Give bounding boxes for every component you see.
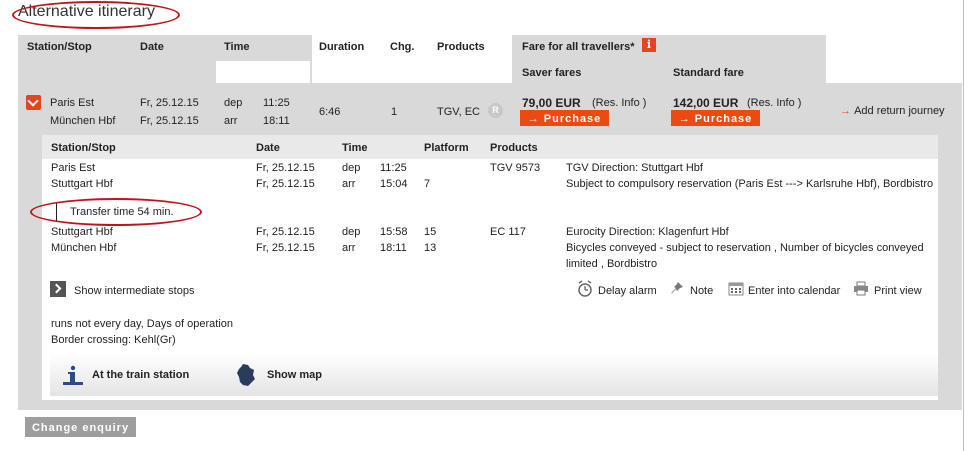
border-crossing-note: Border crossing: Kehl(Gr) bbox=[51, 334, 176, 346]
station-info-bar: At the train station Show map bbox=[50, 354, 938, 396]
dep-date: Fr, 25.12.15 bbox=[140, 97, 199, 109]
to-station: München Hbf bbox=[50, 115, 116, 127]
leg1-note: Subject to compulsory reservation (Paris… bbox=[566, 178, 934, 190]
leg2-dep-date: Fr, 25.12.15 bbox=[256, 226, 315, 238]
col-date: Date bbox=[140, 41, 164, 53]
leg2-dep-station: Stuttgart Hbf bbox=[51, 226, 113, 238]
detail-col-products: Products bbox=[490, 142, 538, 154]
col-saver-fares: Saver fares bbox=[522, 67, 582, 79]
calendar-icon[interactable] bbox=[728, 281, 744, 296]
leg1-dep-time: 11:25 bbox=[380, 162, 407, 174]
add-return-label: Add return journey bbox=[854, 105, 945, 117]
col-changes: Chg. bbox=[390, 41, 415, 53]
leg1-direction: TGV Direction: Stuttgart Hbf bbox=[566, 162, 703, 174]
col-standard-fare: Standard fare bbox=[673, 67, 744, 79]
leg2-arr-platform: 13 bbox=[424, 242, 437, 254]
dep-label: dep bbox=[224, 97, 243, 109]
leg1-arr-platform: 7 bbox=[424, 178, 431, 190]
printer-icon[interactable] bbox=[853, 281, 869, 296]
detail-col-time: Time bbox=[342, 142, 368, 154]
change-enquiry-button[interactable]: Change enquiry bbox=[25, 417, 136, 437]
title-highlight-ellipse bbox=[12, 1, 180, 29]
show-intermediate-stops-link[interactable]: Show intermediate stops bbox=[74, 285, 194, 297]
operation-days-note[interactable]: runs not every day, Days of operation bbox=[51, 318, 233, 330]
leg1-arr-station: Stuttgart Hbf bbox=[51, 178, 113, 190]
page-right-border bbox=[963, 0, 964, 451]
col-fare-all-travellers: Fare for all travellers* bbox=[522, 41, 635, 53]
changes-value: 1 bbox=[391, 106, 398, 118]
leg2-dep-time: 15:58 bbox=[380, 226, 408, 238]
leg1-arr-label: arr bbox=[342, 178, 356, 190]
add-return-journey-link[interactable]: → Add return journey bbox=[840, 105, 945, 117]
leg2-arr-label: arr bbox=[342, 242, 356, 254]
saver-purchase-button[interactable]: → Purchase bbox=[520, 110, 609, 126]
enter-into-calendar-link[interactable]: Enter into calendar bbox=[748, 285, 840, 297]
standard-purchase-button[interactable]: → Purchase bbox=[671, 110, 760, 126]
leg1-dep-date: Fr, 25.12.15 bbox=[256, 162, 315, 174]
leg1-arr-time: 15:04 bbox=[380, 178, 408, 190]
from-station: Paris Est bbox=[50, 97, 95, 109]
arrow-right-icon: → bbox=[840, 105, 855, 117]
information-icon[interactable] bbox=[62, 364, 84, 386]
arr-time: 18:11 bbox=[263, 115, 290, 127]
standard-res-info[interactable]: (Res. Info ) bbox=[747, 97, 801, 109]
leg2-product[interactable]: EC 117 bbox=[490, 226, 526, 238]
standard-price: 142,00 EUR bbox=[673, 96, 739, 110]
saver-res-info[interactable]: (Res. Info ) bbox=[592, 97, 646, 109]
info-icon[interactable]: i bbox=[642, 38, 656, 52]
print-view-link[interactable]: Print view bbox=[874, 285, 922, 297]
products-value: TGV, EC bbox=[437, 106, 480, 118]
col-time: Time bbox=[224, 41, 250, 53]
col-duration: Duration bbox=[319, 41, 365, 53]
col-products: Products bbox=[437, 41, 485, 53]
col-station-stop: Station/Stop bbox=[27, 41, 92, 53]
purchase-arrow-icon: → bbox=[678, 113, 695, 125]
collapse-chevron-icon[interactable] bbox=[26, 95, 41, 110]
leg2-dep-label: dep bbox=[342, 226, 361, 238]
alarm-clock-icon[interactable] bbox=[577, 280, 593, 298]
leg2-arr-station: München Hbf bbox=[51, 242, 117, 254]
leg1-dep-station: Paris Est bbox=[51, 162, 96, 174]
arr-label: arr bbox=[224, 115, 238, 127]
duration-value: 6:46 bbox=[319, 106, 341, 118]
connection-detail: Station/Stop Date Time Platform Products… bbox=[30, 135, 938, 400]
at-the-train-station-link[interactable]: At the train station bbox=[92, 369, 189, 381]
leg1-dep-label: dep bbox=[342, 162, 361, 174]
header-blank-right bbox=[826, 35, 962, 83]
leg2-direction: Eurocity Direction: Klagenfurt Hbf bbox=[566, 226, 729, 238]
standard-purchase-label: Purchase bbox=[694, 113, 753, 125]
delay-alarm-link[interactable]: Delay alarm bbox=[598, 285, 657, 297]
note-link[interactable]: Note bbox=[690, 285, 713, 297]
expand-arrow-icon[interactable] bbox=[50, 281, 66, 297]
detail-col-station: Station/Stop bbox=[51, 142, 116, 154]
leg2-arr-time: 18:11 bbox=[380, 242, 407, 254]
header-blank-cell bbox=[216, 61, 310, 83]
germany-map-icon[interactable] bbox=[236, 363, 256, 387]
pin-icon[interactable] bbox=[670, 281, 684, 295]
leg2-arr-date: Fr, 25.12.15 bbox=[256, 242, 315, 254]
detail-col-platform: Platform bbox=[424, 142, 469, 154]
leg1-arr-date: Fr, 25.12.15 bbox=[256, 178, 315, 190]
reservation-r-icon: R bbox=[488, 103, 503, 118]
show-map-link[interactable]: Show map bbox=[267, 369, 322, 381]
leg2-note-line2: limited , Bordbistro bbox=[566, 258, 658, 270]
arr-date: Fr, 25.12.15 bbox=[140, 115, 199, 127]
leg2-note-line1: Bicycles conveyed - subject to reservati… bbox=[566, 242, 924, 254]
saver-price: 79,00 EUR bbox=[522, 96, 581, 110]
saver-purchase-label: Purchase bbox=[543, 113, 602, 125]
transfer-highlight-ellipse bbox=[30, 198, 202, 226]
itinerary-panel: Station/Stop Date Time Duration Chg. Pro… bbox=[18, 35, 962, 410]
leg2-dep-platform: 15 bbox=[424, 226, 437, 238]
purchase-arrow-icon: → bbox=[527, 113, 544, 125]
detail-col-date: Date bbox=[256, 142, 280, 154]
leg1-product[interactable]: TGV 9573 bbox=[490, 162, 540, 174]
dep-time: 11:25 bbox=[263, 97, 290, 109]
